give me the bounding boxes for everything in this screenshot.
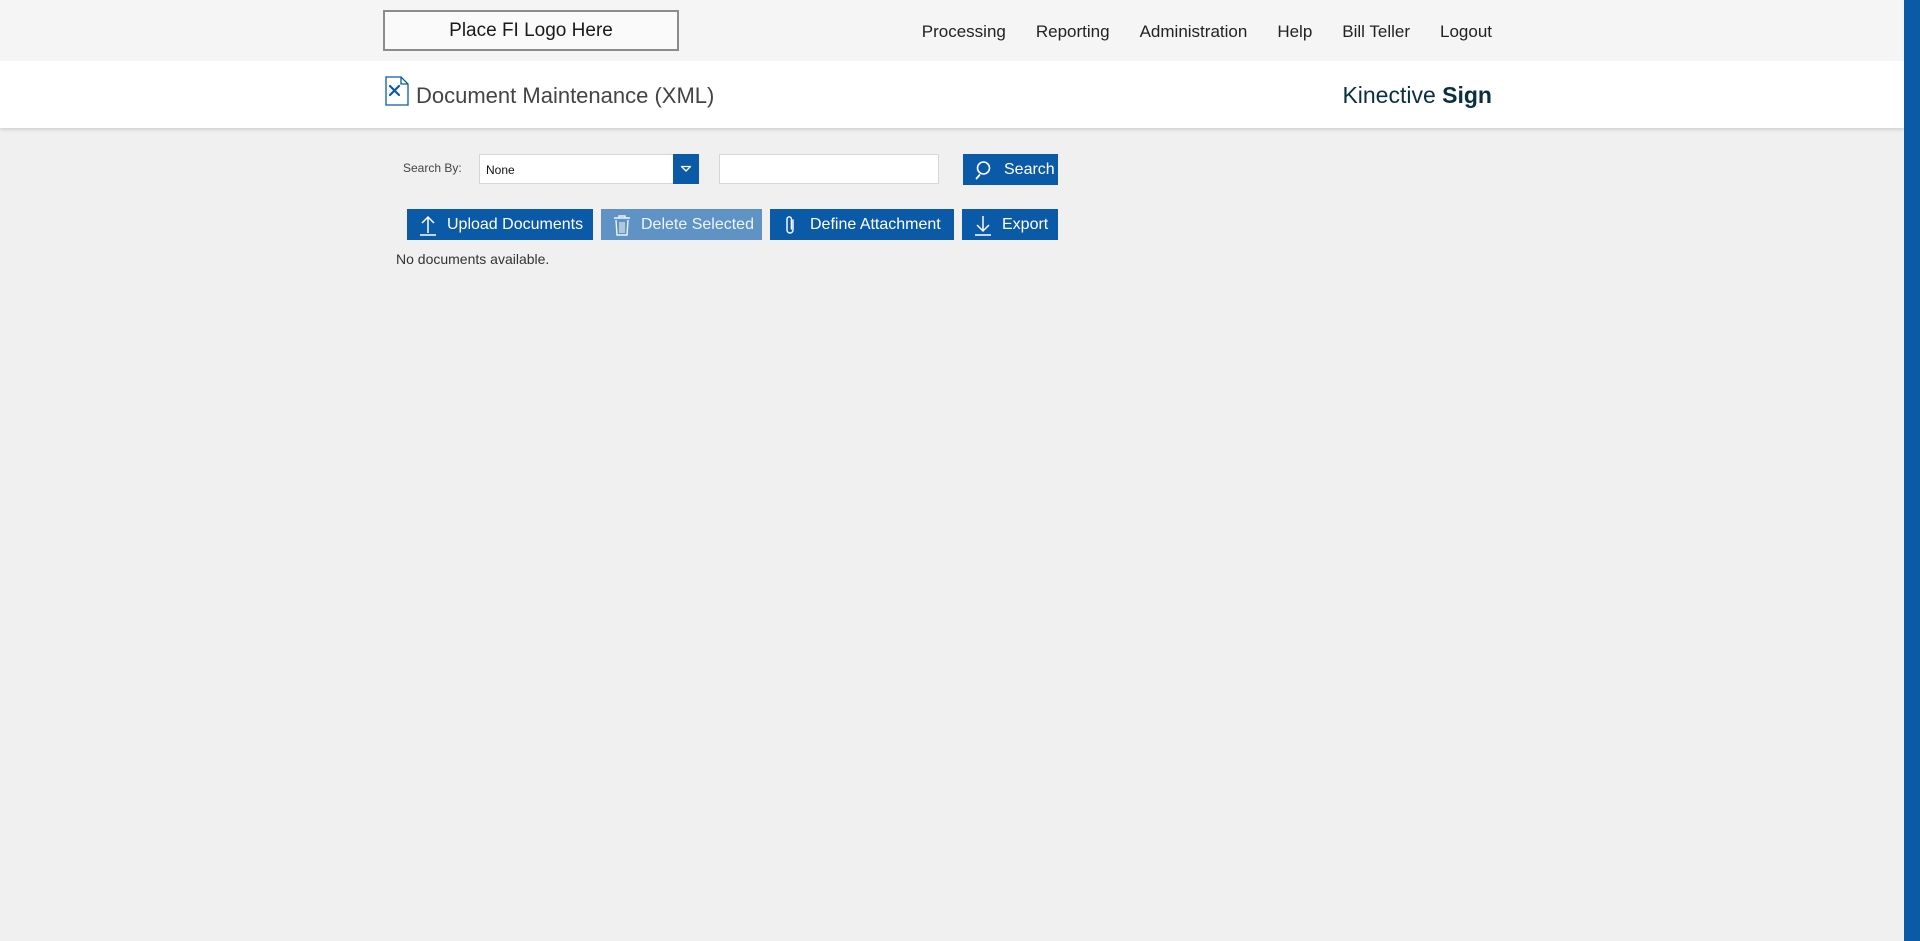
paperclip-icon <box>780 214 802 236</box>
nav-reporting[interactable]: Reporting <box>1036 22 1110 42</box>
nav-help[interactable]: Help <box>1277 22 1312 42</box>
brand-logo: Kinective Sign <box>1342 82 1492 109</box>
page: Place FI Logo Here Processing Reporting … <box>0 0 1920 941</box>
search-by-dropdown[interactable]: None <box>479 154 699 184</box>
nav-user[interactable]: Bill Teller <box>1342 22 1410 42</box>
nav-processing[interactable]: Processing <box>922 22 1006 42</box>
upload-icon <box>417 214 439 236</box>
main-nav: Processing Reporting Administration Help… <box>892 0 1492 64</box>
delete-selected-button[interactable]: Delete Selected <box>601 209 762 240</box>
export-button[interactable]: Export <box>962 209 1058 240</box>
search-by-selected: None <box>486 163 515 177</box>
nav-logout[interactable]: Logout <box>1440 22 1492 42</box>
search-icon <box>974 159 996 181</box>
delete-selected-label: Delete Selected <box>641 215 754 233</box>
right-edge-bar <box>1904 0 1920 941</box>
upload-documents-label: Upload Documents <box>447 215 584 233</box>
title-bar: Document Maintenance (XML) Kinective Sig… <box>0 61 1904 128</box>
define-attachment-label: Define Attachment <box>810 215 941 233</box>
search-button[interactable]: Search <box>963 154 1058 185</box>
trash-icon <box>611 214 633 236</box>
search-input[interactable] <box>719 154 939 184</box>
page-title: Document Maintenance (XML) <box>416 83 715 108</box>
search-by-label: Search By: <box>403 161 462 175</box>
top-nav-bar: Place FI Logo Here Processing Reporting … <box>0 0 1904 61</box>
search-button-label: Search <box>1004 160 1055 178</box>
nav-administration[interactable]: Administration <box>1140 22 1248 42</box>
download-icon <box>972 214 994 236</box>
brand-regular: Kinective <box>1342 82 1436 108</box>
fi-logo-placeholder[interactable]: Place FI Logo Here <box>383 10 679 51</box>
brand-bold: Sign <box>1442 82 1492 108</box>
chevron-down-icon[interactable] <box>673 154 699 184</box>
upload-documents-button[interactable]: Upload Documents <box>407 209 593 240</box>
export-label: Export <box>1002 215 1049 233</box>
document-xml-icon <box>385 76 409 106</box>
logo-text: Place FI Logo Here <box>449 19 613 41</box>
empty-state-message: No documents available. <box>396 251 550 267</box>
define-attachment-button[interactable]: Define Attachment <box>770 209 954 240</box>
